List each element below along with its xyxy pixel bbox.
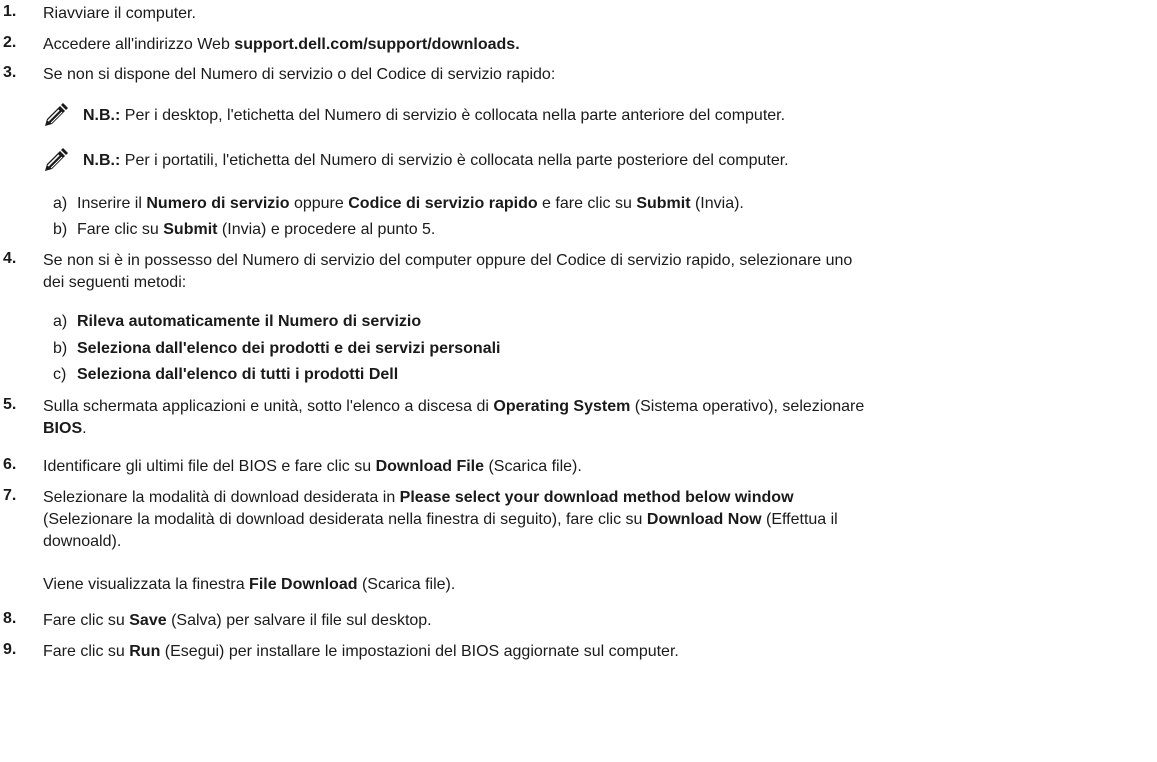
step-number: 2. (3, 34, 17, 51)
step-number: 7. (3, 487, 17, 504)
substep-4c: c) Seleziona dall'elenco di tutti i prodo… (53, 366, 399, 383)
pencil-note-icon (43, 147, 69, 173)
note-text: N.B.: Per i portatili, l'etichetta del N… (83, 152, 789, 169)
step-number: 4. (3, 250, 17, 267)
substep-4b: b) Seleziona dall'elenco dei prodotti e d… (53, 340, 501, 357)
step-number: 1. (3, 3, 17, 20)
step-text: Selezionare la modalità di download desi… (43, 489, 838, 550)
step-number: 5. (3, 396, 17, 413)
step-text: Sulla schermata applicazioni e unità, so… (43, 398, 865, 437)
substep-3b: b) Fare clic su Submit (Invia) e proceder… (53, 221, 436, 238)
step-text: Riavviare il computer. (43, 5, 196, 22)
step-text: Fare clic su Save (Salva) per salvare il… (43, 612, 432, 629)
step-7-result: Viene visualizzata la finestra File Down… (43, 576, 456, 593)
step-text: Fare clic su Run (Esegui) per installare… (43, 643, 679, 660)
step-text: Se non si dispone del Numero di servizio… (43, 66, 556, 83)
step-number: 3. (3, 64, 17, 81)
step-text: Accedere all'indirizzo Web support.dell.… (43, 36, 520, 53)
step-number: 6. (3, 456, 17, 473)
support-url-link[interactable]: support.dell.com/support/downloads. (234, 36, 519, 53)
step-number: 9. (3, 641, 17, 658)
step-number: 8. (3, 610, 17, 627)
substep-4a: a) Rileva automaticamente il Numero di se… (53, 313, 422, 330)
substep-3a: a) Inserire il Numero di servizio oppure … (53, 195, 744, 212)
pencil-note-icon (43, 102, 69, 128)
step-text: Identificare gli ultimi file del BIOS e … (43, 458, 582, 475)
note-text: N.B.: Per i desktop, l'etichetta del Num… (83, 107, 786, 124)
step-text: Se non si è in possesso del Numero di se… (43, 252, 853, 291)
